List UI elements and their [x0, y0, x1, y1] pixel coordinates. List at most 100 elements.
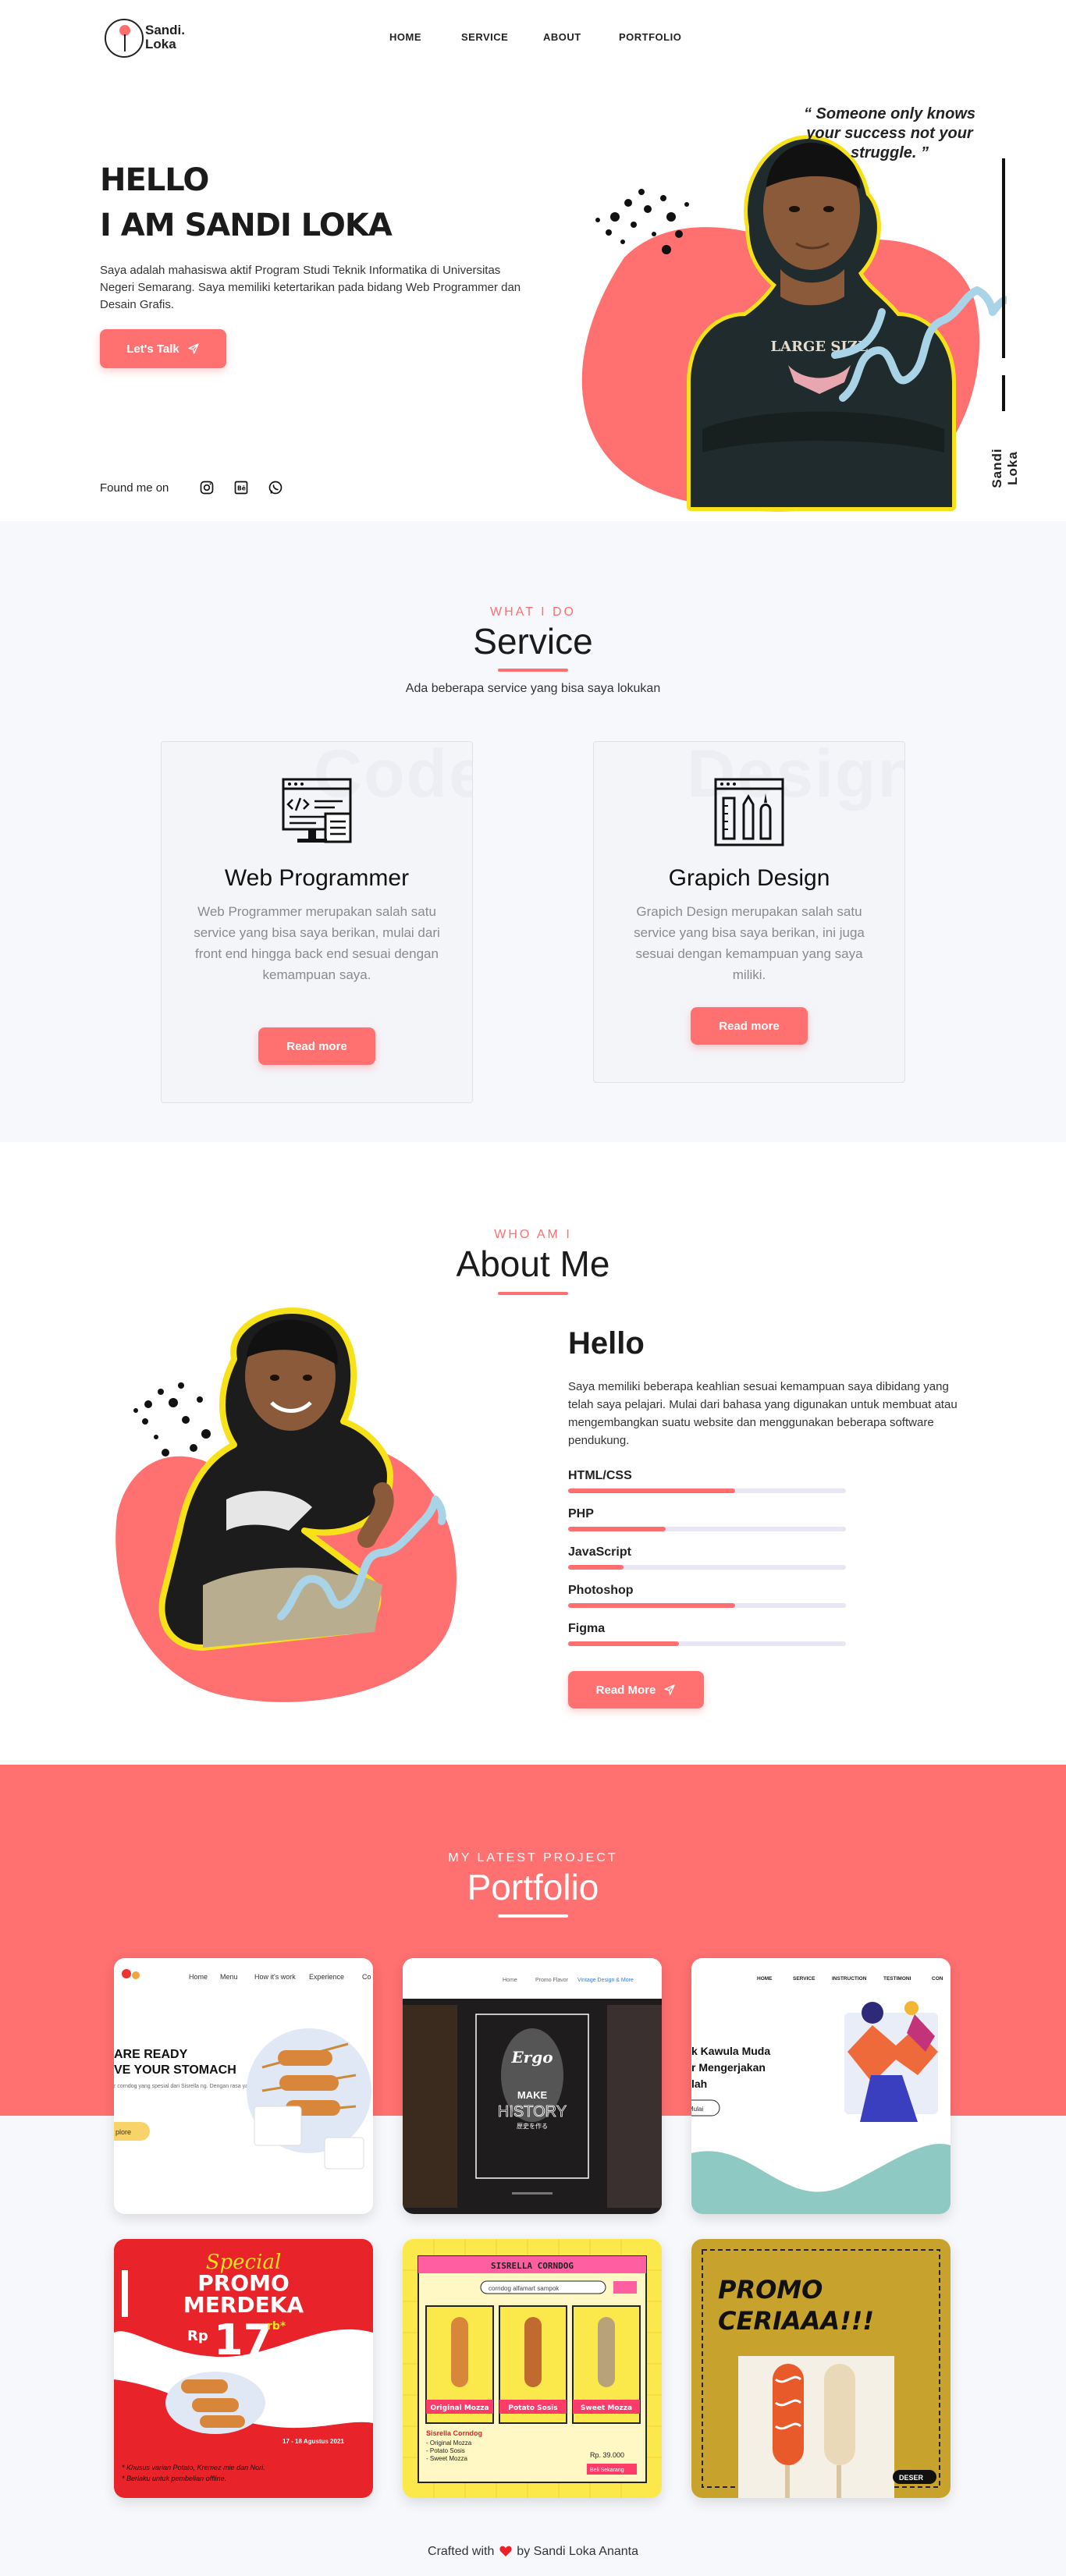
svg-text:SISRELLA CORNDOG: SISRELLA CORNDOG — [491, 2261, 574, 2271]
svg-text:CERIAAA!!!: CERIAAA!!! — [718, 2306, 874, 2336]
svg-text:Home: Home — [503, 1978, 517, 1983]
portfolio-eyebrow: MY LATEST PROJECT — [448, 1851, 618, 1865]
svg-text:Menu: Menu — [220, 1973, 238, 1981]
portfolio-underline — [498, 1914, 568, 1918]
portfolio-card-kawula-muda[interactable]: HOME SERVICE INSTRUCTION TESTIMONI CON k… — [691, 1958, 951, 2214]
skill-label: JavaScript — [568, 1545, 631, 1559]
read-more-button[interactable]: Read more — [258, 1027, 375, 1065]
code-monitor-icon — [282, 778, 352, 843]
portfolio-card-sisrella-app[interactable]: SISRELLA CORNDOG corndog alfamart sampok… — [403, 2239, 662, 2498]
svg-text:Original Mozza: Original Mozza — [430, 2404, 489, 2412]
svg-text:Sisrella Corndog: Sisrella Corndog — [426, 2429, 482, 2437]
about-text: Saya memiliki beberapa keahlian sesuai k… — [568, 1380, 958, 1447]
portfolio-preview-2: Home Promo Flavor Vintage Design & More … — [403, 1958, 662, 2214]
nav-home[interactable]: HOME — [389, 31, 421, 43]
svg-text:k Kawula Muda: k Kawula Muda — [691, 2045, 770, 2057]
svg-text:Mulai: Mulai — [691, 2106, 703, 2113]
about-read-more-label: Read More — [595, 1683, 656, 1697]
hero-title-line2: I AM SANDI LOKA — [100, 208, 393, 243]
svg-text:HISTORY: HISTORY — [498, 2103, 567, 2120]
svg-text:Vintage Design & More: Vintage Design & More — [577, 1978, 634, 1983]
skill-bar — [568, 1565, 846, 1570]
svg-text:MERDEKA: MERDEKA — [183, 2292, 304, 2318]
svg-text:ARE READY: ARE READY — [114, 2048, 188, 2061]
portfolio-title: Portfolio — [467, 1867, 599, 1907]
svg-text:HOME: HOME — [757, 1976, 773, 1982]
svg-text:VE YOUR STOMACH: VE YOUR STOMACH — [114, 2063, 236, 2077]
svg-text:Co: Co — [362, 1973, 371, 1981]
nav-service[interactable]: SERVICE — [461, 31, 508, 43]
svg-text:17 - 18 Agustus 2021: 17 - 18 Agustus 2021 — [282, 2438, 344, 2445]
portfolio-card-promo-ceria[interactable]: PROMO CERIAAA!!! DESER — [691, 2239, 951, 2498]
footer-text-before: Crafted with — [428, 2545, 495, 2558]
svg-text:Experience: Experience — [309, 1973, 344, 1981]
nav-portfolio[interactable]: PORTFOLIO — [619, 31, 681, 43]
read-more-button[interactable]: Read more — [691, 1007, 808, 1045]
service-title: Service — [473, 621, 593, 662]
skill-bar-fill — [568, 1488, 735, 1493]
skill-bar-fill — [568, 1641, 680, 1646]
about-illustration — [115, 1308, 457, 1702]
skill-label: HTML/CSS — [568, 1469, 632, 1482]
read-more-label: Read more — [286, 1039, 347, 1053]
footer-text-after: by Sandi Loka Ananta — [517, 2545, 638, 2558]
svg-text:Rp: Rp — [187, 2328, 208, 2344]
service-underline — [498, 669, 568, 672]
svg-text:Rp. 39.000: Rp. 39.000 — [590, 2451, 624, 2459]
svg-text:PROMO: PROMO — [718, 2275, 823, 2305]
svg-text:- Potato Sosis: - Potato Sosis — [426, 2447, 465, 2454]
footer: Crafted with by Sandi Loka Ananta — [0, 2545, 1066, 2559]
found-me-label: Found me on — [100, 481, 169, 495]
svg-text:Ergo: Ergo — [510, 2048, 553, 2067]
behance-icon[interactable]: Bē — [233, 479, 250, 496]
service-card-title: Web Programmer — [224, 865, 410, 891]
about-heading: Hello — [568, 1326, 645, 1361]
svg-text:CON: CON — [932, 1976, 943, 1982]
svg-text:Sweet Mozza: Sweet Mozza — [581, 2404, 632, 2412]
nav-about[interactable]: ABOUT — [543, 31, 581, 43]
portfolio-card-ergo[interactable]: Home Promo Flavor Vintage Design & More … — [403, 1958, 662, 2214]
portfolio-preview-3: HOME SERVICE INSTRUCTION TESTIMONI CON k… — [691, 1958, 951, 2214]
vertical-name: Sandi Loka — [990, 448, 1020, 488]
about-read-more-button[interactable]: Read More — [568, 1671, 704, 1708]
svg-text:How it's work: How it's work — [254, 1973, 296, 1981]
read-more-label: Read more — [719, 1019, 780, 1033]
skill-bar-fill — [568, 1527, 666, 1531]
whatsapp-icon[interactable] — [267, 479, 284, 496]
hero-quote: “ Someone only knows your success not yo… — [803, 105, 976, 161]
portfolio-preview-1: Home Menu How it's work Experience Co AR… — [114, 1958, 373, 2214]
svg-text:Potato Sosis: Potato Sosis — [508, 2404, 557, 2412]
service-card-web: Code Web Programmer Web Programmer merup… — [161, 741, 473, 1103]
service-card-text: Web Programmer merupakan salah satu serv… — [194, 904, 440, 982]
logo-mark-icon — [105, 19, 144, 58]
svg-text:rb*: rb* — [267, 2320, 286, 2333]
skill-label: PHP — [568, 1507, 594, 1520]
vertical-line-bottom — [1002, 375, 1005, 411]
logo-text: Sandi. Loka — [145, 23, 186, 51]
instagram-icon[interactable] — [198, 479, 215, 496]
svg-text:- Sweet Mozza: - Sweet Mozza — [426, 2455, 467, 2462]
skill-bar — [568, 1488, 846, 1493]
portfolio-card-promo-merdeka[interactable]: Special PROMO MERDEKA Rp 17 rb* 17 - 18 … — [114, 2239, 373, 2498]
svg-text:* Khusus varian Potato, Kremez: * Khusus varian Potato, Kremez mie dan N… — [122, 2464, 265, 2471]
svg-text:plore: plore — [115, 2128, 131, 2136]
skill-bar — [568, 1641, 846, 1646]
lets-talk-button[interactable]: Let's Talk — [100, 329, 226, 368]
service-card-design: Design Grapich Design Grapich Design mer… — [593, 741, 905, 1083]
svg-text:Promo Flavor: Promo Flavor — [535, 1978, 569, 1983]
svg-text:Bē: Bē — [237, 484, 246, 491]
vertical-line-top — [1002, 158, 1005, 358]
portfolio-preview-4: Special PROMO MERDEKA Rp 17 rb* 17 - 18 … — [114, 2239, 373, 2498]
design-tools-icon — [714, 778, 784, 846]
svg-text:INSTRUCTION: INSTRUCTION — [832, 1976, 867, 1982]
portfolio-preview-6: PROMO CERIAAA!!! DESER — [691, 2239, 951, 2498]
about-dots — [133, 1382, 222, 1464]
skill-label: Figma — [568, 1622, 606, 1635]
svg-text:corndog alfamart sampok: corndog alfamart sampok — [489, 2285, 560, 2292]
skill-bar — [568, 1527, 846, 1531]
hero-description: Saya adalah mahasiswa aktif Program Stud… — [100, 264, 521, 311]
skill-bar-fill — [568, 1603, 735, 1608]
send-icon — [188, 343, 199, 354]
portfolio-card-corndog-web[interactable]: Home Menu How it's work Experience Co AR… — [114, 1958, 373, 2214]
svg-text:r Mengerjakan: r Mengerjakan — [691, 2061, 766, 2074]
